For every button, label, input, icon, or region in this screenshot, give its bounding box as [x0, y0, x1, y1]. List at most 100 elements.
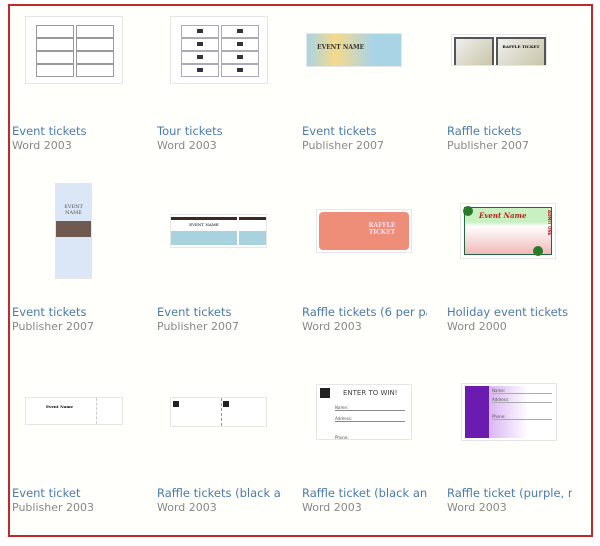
thumbnail-shape: [237, 215, 239, 247]
template-app-version: Word 2003: [447, 501, 507, 514]
template-app-version: Publisher 2007: [157, 320, 239, 333]
template-thumbnail[interactable]: Name: Address: Phone:: [461, 383, 557, 441]
thumbnail-shape: [76, 64, 114, 77]
thumbnail-shape: [76, 38, 114, 51]
thumbnail-text: EVENT NAME: [317, 44, 365, 51]
template-item[interactable]: Raffle tickets (black and white) Word 20…: [157, 362, 302, 543]
thumbnail-text: Phone:: [492, 414, 552, 420]
thumbnail-shape: [36, 38, 74, 51]
thumbnail-shape: [36, 64, 74, 77]
template-item[interactable]: RAFFLE TICKET Raffle tickets (6 per page…: [302, 181, 447, 362]
template-title-link[interactable]: Event tickets: [302, 124, 427, 138]
thumbnail-text: Name:: [492, 388, 552, 394]
thumbnail-shape: [96, 398, 98, 424]
thumbnail-shape: [181, 51, 219, 64]
template-app-version: Word 2000: [447, 320, 507, 333]
thumbnail-text: EVENT NAME: [189, 222, 219, 227]
template-thumbnail[interactable]: Event Name ADMIT ONE: [460, 203, 556, 259]
template-title-link[interactable]: Event tickets: [12, 305, 137, 319]
template-title-link[interactable]: Holiday event tickets (1: [447, 305, 572, 319]
thumbnail-shape: [197, 68, 203, 72]
template-thumbnail[interactable]: EVENT NAME: [306, 33, 402, 67]
thumbnail-text: EVENT NAME: [64, 204, 83, 216]
thumbnail-shape: [221, 398, 222, 426]
template-item[interactable]: Name: Address: Phone: Raffle ticket (purpl…: [447, 362, 592, 543]
template-title-link[interactable]: Raffle tickets (black and white): [157, 486, 282, 500]
thumbnail-text: RAFFLE TICKET: [502, 44, 540, 49]
template-app-version: Word 2003: [302, 501, 362, 514]
thumbnail-shape: [181, 25, 219, 38]
thumbnail-text: ENTER TO WIN!: [343, 389, 398, 397]
template-thumbnail[interactable]: EVENT NAME: [170, 214, 267, 248]
template-title-link[interactable]: Raffle tickets (6 per page): [302, 305, 427, 319]
thumbnail-shape: RAFFLE TICKET: [496, 37, 546, 65]
thumbnail-shape: [181, 38, 219, 51]
template-thumbnail[interactable]: [170, 16, 268, 84]
thumbnail-shape: [237, 42, 243, 46]
thumbnail-text: ADMIT ONE: [547, 210, 552, 236]
thumbnail-shape: [181, 64, 219, 77]
thumbnail-text: RAFFLE TICKET: [368, 222, 396, 236]
template-app-version: Word 2003: [302, 320, 362, 333]
thumbnail-shape: [171, 231, 266, 245]
thumbnail-text: Phone:: [335, 435, 405, 439]
thumbnail-shape: [197, 55, 203, 59]
thumbnail-shape: [533, 246, 543, 256]
thumbnail-shape: [36, 25, 74, 38]
template-item[interactable]: ENTER TO WIN! Name: Address: Phone: Raffle …: [302, 362, 447, 543]
template-item[interactable]: Event tickets Word 2003: [12, 0, 157, 181]
template-thumbnail[interactable]: RAFFLE TICKET: [451, 34, 547, 66]
thumbnail-text: Address:: [492, 397, 552, 403]
thumbnail-shape: [237, 55, 243, 59]
thumbnail-shape: [76, 51, 114, 64]
template-thumbnail[interactable]: [25, 16, 123, 84]
template-title-link[interactable]: Event ticket: [12, 486, 137, 500]
thumbnail-shape: [463, 206, 473, 216]
thumbnail-shape: [237, 68, 243, 72]
template-item[interactable]: Event Name ADMIT ONE Holiday event ticket…: [447, 181, 592, 362]
thumbnail-shape: [320, 388, 330, 398]
template-thumbnail[interactable]: ENTER TO WIN! Name: Address: Phone:: [316, 384, 412, 440]
template-item[interactable]: EVENT NAME Event tickets Publisher 2007: [157, 181, 302, 362]
template-item[interactable]: EVENT NAME Event tickets Publisher 2007: [12, 181, 157, 362]
template-title-link[interactable]: Event tickets: [157, 305, 282, 319]
thumbnail-shape: [465, 386, 489, 438]
template-title-link[interactable]: Event tickets: [12, 124, 137, 138]
thumbnail-text: Address:: [335, 416, 405, 422]
thumbnail-shape: [223, 401, 229, 407]
thumbnail-shape: [221, 51, 259, 64]
thumbnail-shape: [36, 51, 74, 64]
thumbnail-shape: [237, 29, 243, 33]
thumbnail-shape: [197, 42, 203, 46]
template-thumbnail[interactable]: RAFFLE TICKET: [316, 209, 412, 253]
thumbnail-shape: [171, 217, 266, 220]
thumbnail-shape: [76, 25, 114, 38]
template-thumbnail[interactable]: [170, 397, 267, 427]
thumbnail-shape: [221, 64, 259, 77]
thumbnail-shape: [221, 38, 259, 51]
template-title-link[interactable]: Raffle tickets: [447, 124, 572, 138]
template-app-version: Word 2003: [157, 501, 217, 514]
template-thumbnail[interactable]: EVENT NAME: [55, 183, 92, 279]
template-item[interactable]: Tour tickets Word 2003: [157, 0, 302, 181]
thumbnail-text: Event Name: [46, 404, 74, 409]
template-app-version: Publisher 2007: [302, 139, 384, 152]
template-item[interactable]: Event Name Event ticket Publisher 2003: [12, 362, 157, 543]
thumbnail-shape: [197, 29, 203, 33]
thumbnail-text: Event Name: [479, 211, 527, 220]
thumbnail-shape: [173, 401, 179, 407]
template-app-version: Word 2003: [12, 139, 72, 152]
template-title-link[interactable]: Raffle ticket (purple, no: [447, 486, 572, 500]
template-title-link[interactable]: Tour tickets: [157, 124, 282, 138]
template-app-version: Publisher 2007: [12, 320, 94, 333]
template-app-version: Publisher 2003: [12, 501, 94, 514]
template-title-link[interactable]: Raffle ticket (black and white): [302, 486, 427, 500]
thumbnail-text: Name:: [335, 405, 405, 411]
thumbnail-shape: [56, 221, 91, 237]
thumbnail-shape: [454, 37, 494, 65]
thumbnail-shape: [221, 25, 259, 38]
template-item[interactable]: RAFFLE TICKET Raffle tickets Publisher 2…: [447, 0, 592, 181]
template-app-version: Word 2003: [157, 139, 217, 152]
template-item[interactable]: EVENT NAME Event tickets Publisher 2007: [302, 0, 447, 181]
template-thumbnail[interactable]: Event Name: [25, 397, 123, 425]
